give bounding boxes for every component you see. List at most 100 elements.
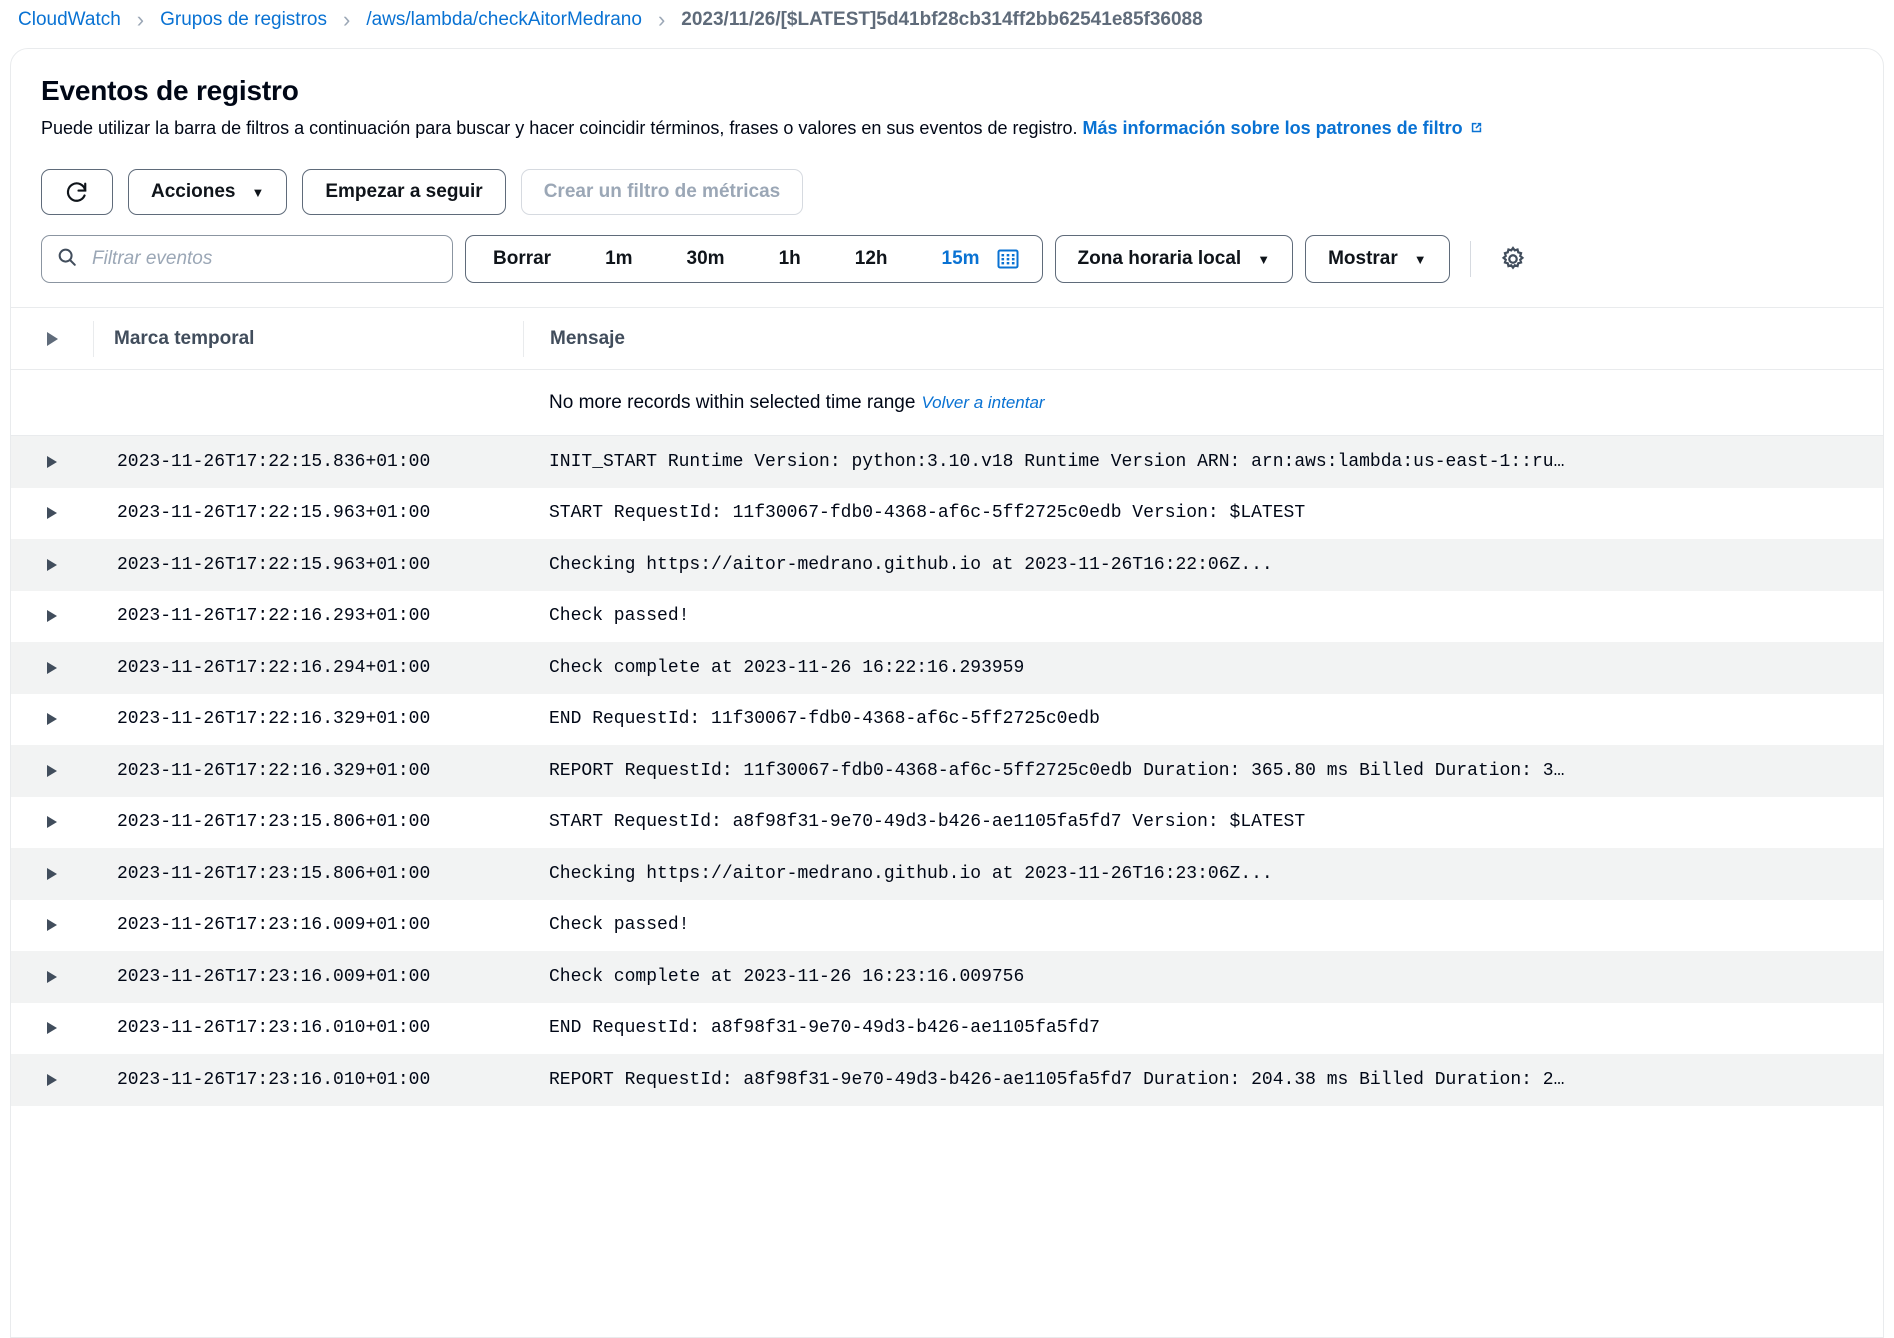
table-row[interactable]: 2023-11-26T17:22:16.329+01:00 REPORT Requ… bbox=[11, 745, 1883, 797]
expand-row-icon[interactable] bbox=[47, 764, 57, 777]
row-timestamp: 2023-11-26T17:23:15.806+01:00 bbox=[117, 812, 431, 833]
row-expand-cell bbox=[11, 713, 93, 726]
row-timestamp-cell: 2023-11-26T17:22:16.293+01:00 bbox=[93, 606, 523, 626]
search-input[interactable] bbox=[90, 247, 438, 272]
row-message: REPORT RequestId: a8f98f31-9e70-49d3-b42… bbox=[549, 1069, 1565, 1090]
time-range-clear[interactable]: Borrar bbox=[466, 236, 578, 282]
expand-row-icon[interactable] bbox=[47, 610, 57, 623]
row-timestamp: 2023-11-26T17:22:16.293+01:00 bbox=[117, 606, 431, 627]
gear-icon bbox=[1499, 245, 1527, 273]
breadcrumb-separator-icon: › bbox=[342, 7, 351, 32]
table-row[interactable]: 2023-11-26T17:22:16.294+01:00 Check compl… bbox=[11, 642, 1883, 694]
time-range-30m[interactable]: 30m bbox=[660, 236, 752, 282]
table-row[interactable]: 2023-11-26T17:23:16.009+01:00 Check compl… bbox=[11, 951, 1883, 1003]
column-header-timestamp[interactable]: Marca temporal bbox=[93, 320, 523, 357]
row-message-cell: Check passed! bbox=[523, 606, 1883, 626]
row-timestamp: 2023-11-26T17:22:16.294+01:00 bbox=[117, 657, 431, 678]
external-link-icon bbox=[1469, 120, 1484, 135]
table-row[interactable]: 2023-11-26T17:23:16.010+01:00 REPORT Requ… bbox=[11, 1054, 1883, 1106]
row-message: REPORT RequestId: 11f30067-fdb0-4368-af6… bbox=[549, 760, 1565, 781]
table-row[interactable]: 2023-11-26T17:23:15.806+01:00 Checking ht… bbox=[11, 848, 1883, 900]
row-message-cell: Check complete at 2023-11-26 16:23:16.00… bbox=[523, 967, 1883, 987]
row-message: INIT_START Runtime Version: python:3.10.… bbox=[549, 451, 1565, 472]
expand-row-icon[interactable] bbox=[47, 816, 57, 829]
breadcrumb-item-cloudwatch[interactable]: CloudWatch bbox=[18, 9, 121, 31]
expand-row-icon[interactable] bbox=[47, 1073, 57, 1086]
table-row[interactable]: 2023-11-26T17:22:16.293+01:00 Check passe… bbox=[11, 590, 1883, 643]
table-row[interactable]: 2023-11-26T17:22:15.836+01:00 INIT_START … bbox=[11, 436, 1883, 488]
breadcrumb: CloudWatch › Grupos de registros › /aws/… bbox=[0, 0, 1894, 40]
row-timestamp-cell: 2023-11-26T17:22:16.294+01:00 bbox=[93, 658, 523, 678]
row-timestamp: 2023-11-26T17:23:15.806+01:00 bbox=[117, 863, 431, 884]
expand-row-icon[interactable] bbox=[47, 661, 57, 674]
expand-row-icon[interactable] bbox=[47, 713, 57, 726]
table-header-row: Marca temporal Mensaje bbox=[11, 308, 1883, 371]
expand-row-icon[interactable] bbox=[47, 867, 57, 880]
row-expand-cell bbox=[11, 970, 93, 983]
expand-all-icon[interactable] bbox=[46, 331, 58, 346]
no-more-records-row: No more records within selected time ran… bbox=[11, 370, 1883, 437]
notice-message-cell: No more records within selected time ran… bbox=[523, 385, 1883, 421]
preferences-button[interactable] bbox=[1491, 237, 1535, 281]
timezone-select[interactable]: Zona horaria local ▼ bbox=[1054, 235, 1294, 284]
row-message-cell: START RequestId: 11f30067-fdb0-4368-af6c… bbox=[523, 503, 1883, 523]
row-expand-cell bbox=[11, 558, 93, 571]
chevron-down-icon: ▼ bbox=[1413, 251, 1427, 267]
row-message: START RequestId: 11f30067-fdb0-4368-af6c… bbox=[549, 503, 1306, 524]
breadcrumb-item-log-group-name[interactable]: /aws/lambda/checkAitorMedrano bbox=[366, 9, 642, 31]
expand-row-icon[interactable] bbox=[47, 558, 57, 571]
start-tailing-button[interactable]: Empezar a seguir bbox=[302, 169, 506, 216]
row-timestamp-cell: 2023-11-26T17:23:15.806+01:00 bbox=[93, 864, 523, 884]
table-body: 2023-11-26T17:22:15.836+01:00 INIT_START … bbox=[11, 436, 1883, 1106]
breadcrumb-item-log-groups[interactable]: Grupos de registros bbox=[160, 9, 327, 31]
row-timestamp-cell: 2023-11-26T17:22:16.329+01:00 bbox=[93, 709, 523, 729]
table-row[interactable]: 2023-11-26T17:22:16.329+01:00 END Request… bbox=[11, 693, 1883, 746]
time-range-1h[interactable]: 1h bbox=[752, 236, 828, 282]
row-timestamp-cell: 2023-11-26T17:22:15.963+01:00 bbox=[93, 555, 523, 575]
row-message: Checking https://aitor-medrano.github.io… bbox=[549, 554, 1273, 575]
table-row[interactable]: 2023-11-26T17:23:16.010+01:00 END Request… bbox=[11, 1002, 1883, 1055]
refresh-icon bbox=[64, 179, 90, 205]
row-timestamp-cell: 2023-11-26T17:23:15.806+01:00 bbox=[93, 812, 523, 832]
expand-row-icon[interactable] bbox=[47, 1022, 57, 1035]
table-row[interactable]: 2023-11-26T17:22:15.963+01:00 START Reque… bbox=[11, 487, 1883, 540]
create-metric-filter-button[interactable]: Crear un filtro de métricas bbox=[520, 169, 804, 216]
retry-link[interactable]: Volver a intentar bbox=[921, 393, 1044, 413]
table-row[interactable]: 2023-11-26T17:23:16.009+01:00 Check passe… bbox=[11, 899, 1883, 952]
row-expand-cell bbox=[11, 919, 93, 932]
table-row[interactable]: 2023-11-26T17:22:15.963+01:00 Checking ht… bbox=[11, 539, 1883, 591]
filter-events-search-box[interactable] bbox=[41, 235, 453, 284]
row-timestamp-cell: 2023-11-26T17:22:16.329+01:00 bbox=[93, 761, 523, 781]
expand-row-icon[interactable] bbox=[47, 970, 57, 983]
column-header-message[interactable]: Mensaje bbox=[523, 320, 1883, 357]
row-message: START RequestId: a8f98f31-9e70-49d3-b426… bbox=[549, 812, 1306, 833]
expand-row-icon[interactable] bbox=[47, 919, 57, 932]
row-expand-cell bbox=[11, 661, 93, 674]
notice-timestamp-cell bbox=[93, 385, 523, 421]
actions-button[interactable]: Acciones ▼ bbox=[128, 169, 288, 216]
filter-patterns-link[interactable]: Más información sobre los patrones de fi… bbox=[1083, 118, 1463, 138]
no-more-records-text: No more records within selected time ran… bbox=[549, 391, 916, 413]
expand-row-icon[interactable] bbox=[47, 455, 57, 468]
time-range-custom-15m[interactable]: 15m bbox=[915, 236, 990, 282]
row-message-cell: REPORT RequestId: 11f30067-fdb0-4368-af6… bbox=[523, 761, 1883, 781]
time-range-1m[interactable]: 1m bbox=[578, 236, 659, 282]
table-row[interactable]: 2023-11-26T17:23:15.806+01:00 START Reque… bbox=[11, 796, 1883, 849]
row-message: Check complete at 2023-11-26 16:23:16.00… bbox=[549, 966, 1025, 987]
row-expand-cell bbox=[11, 816, 93, 829]
expand-row-icon[interactable] bbox=[47, 507, 57, 520]
row-expand-cell bbox=[11, 867, 93, 880]
row-message: Checking https://aitor-medrano.github.io… bbox=[549, 863, 1273, 884]
breadcrumb-separator-icon: › bbox=[657, 7, 666, 32]
row-timestamp: 2023-11-26T17:23:16.009+01:00 bbox=[117, 966, 431, 987]
calendar-icon[interactable] bbox=[990, 236, 1042, 282]
refresh-button[interactable] bbox=[41, 169, 113, 216]
time-range-12h[interactable]: 12h bbox=[828, 236, 915, 282]
start-tailing-label: Empezar a seguir bbox=[325, 181, 483, 203]
page-title: Eventos de registro bbox=[41, 75, 299, 106]
row-timestamp-cell: 2023-11-26T17:23:16.010+01:00 bbox=[93, 1018, 523, 1038]
chevron-down-icon: ▼ bbox=[1257, 251, 1271, 267]
row-message-cell: START RequestId: a8f98f31-9e70-49d3-b426… bbox=[523, 812, 1883, 832]
row-timestamp-cell: 2023-11-26T17:23:16.010+01:00 bbox=[93, 1070, 523, 1090]
display-settings-button[interactable]: Mostrar ▼ bbox=[1305, 235, 1450, 284]
